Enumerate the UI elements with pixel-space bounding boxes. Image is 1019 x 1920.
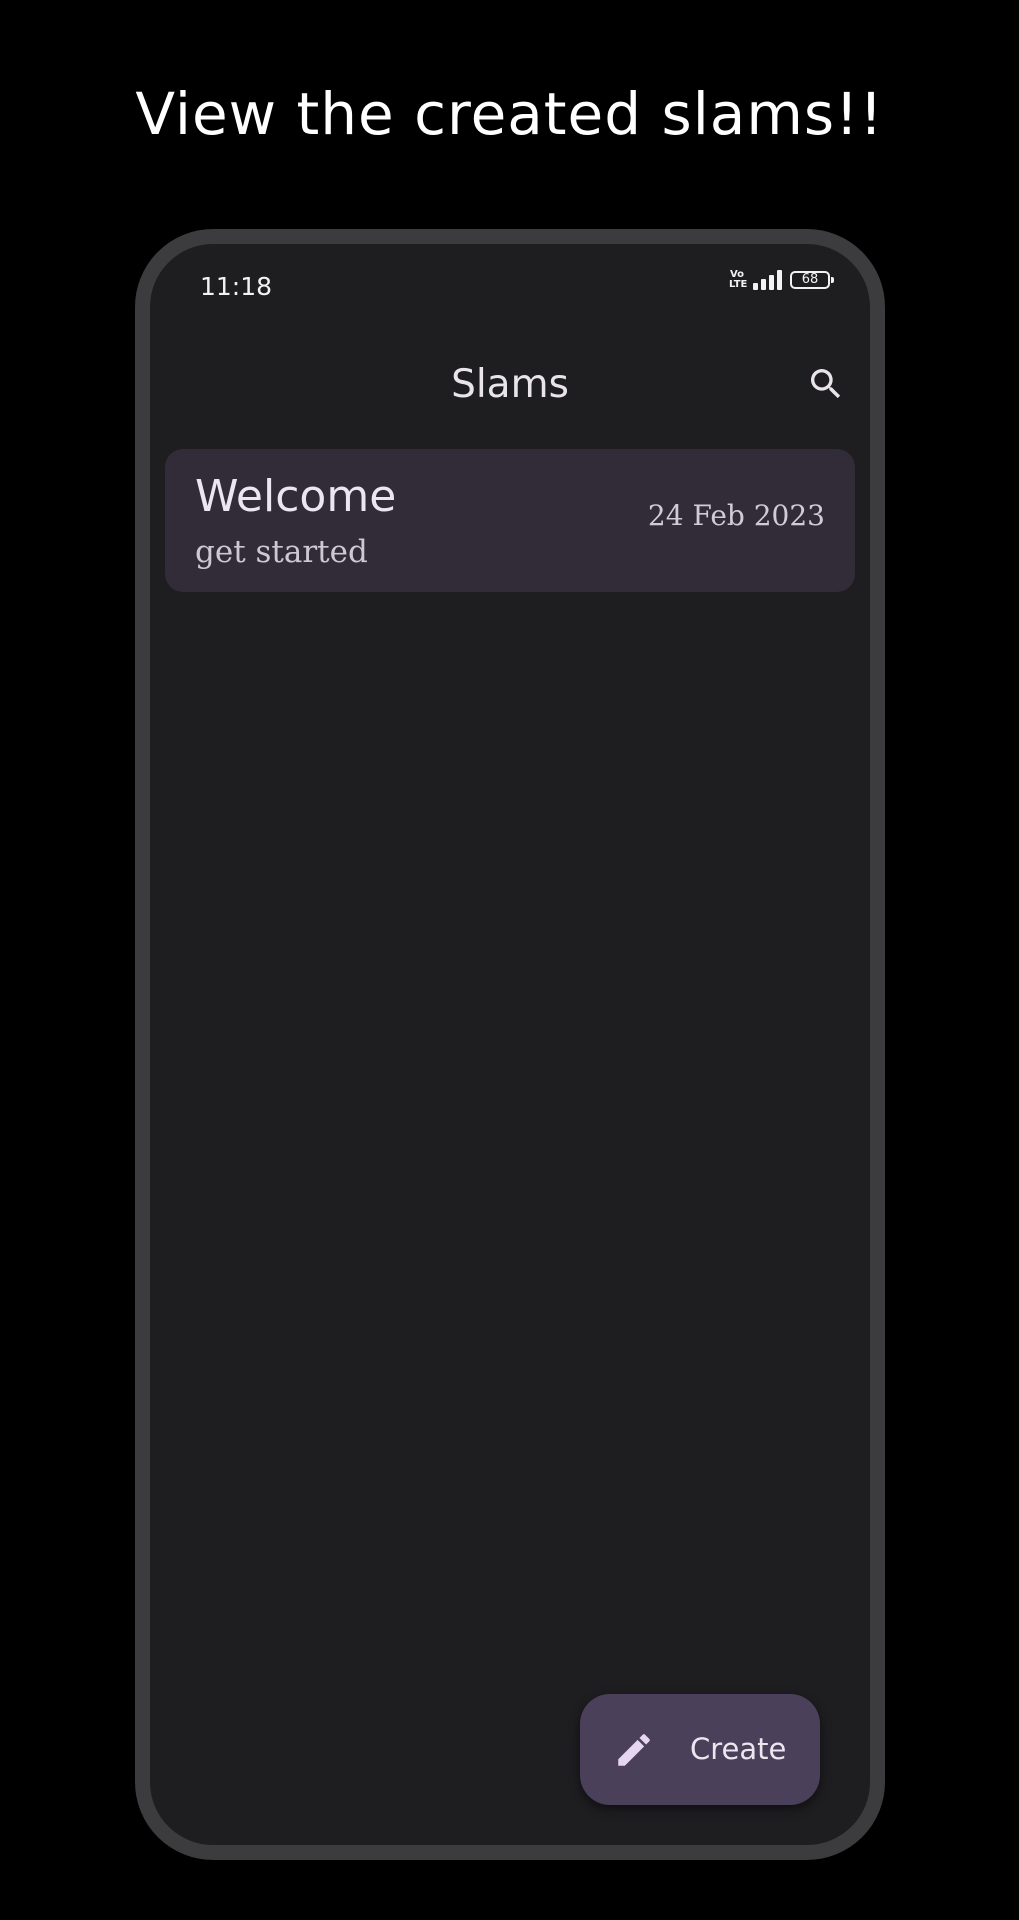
phone-frame: 11:18 Vo LTE 68 Slams Welcome get started… [135, 229, 885, 1860]
create-button[interactable]: Create [580, 1694, 820, 1805]
status-icons: Vo LTE 68 [729, 269, 834, 290]
search-button[interactable] [800, 358, 852, 410]
slam-title: Welcome [195, 471, 397, 522]
promo-headline: View the created slams!! [135, 80, 884, 148]
status-bar: 11:18 Vo LTE 68 [150, 244, 870, 314]
create-button-label: Create [690, 1732, 787, 1766]
slam-card[interactable]: Welcome get started 24 Feb 2023 [165, 449, 855, 592]
search-icon [811, 369, 841, 399]
battery-icon: 68 [790, 271, 834, 289]
signal-icon [753, 270, 782, 290]
slam-date: 24 Feb 2023 [647, 499, 825, 532]
app-bar: Slams [150, 344, 870, 424]
volte-icon: Vo LTE [729, 269, 748, 290]
pencil-icon [618, 1734, 650, 1766]
status-time: 11:18 [200, 272, 273, 301]
slam-subtitle: get started [195, 534, 368, 570]
page-title: Slams [451, 362, 569, 407]
